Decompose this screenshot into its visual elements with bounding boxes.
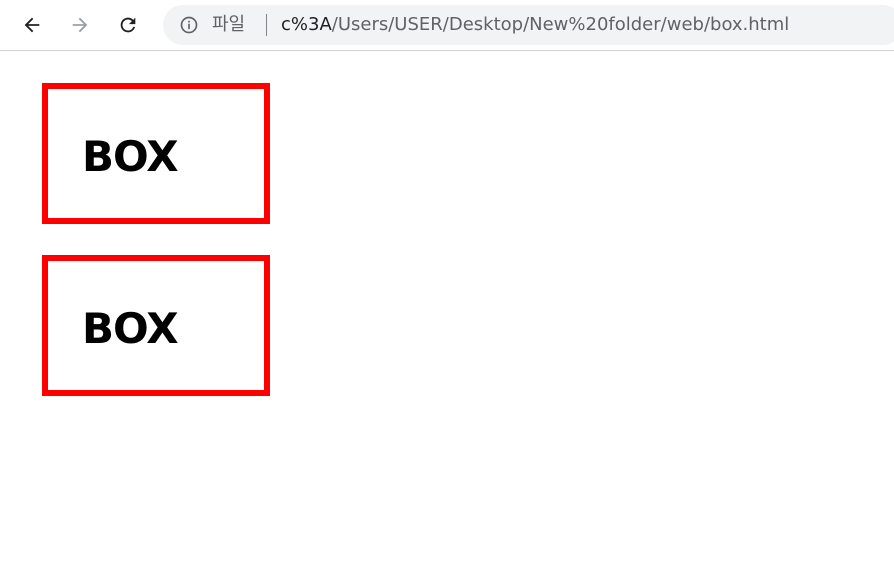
- address-bar[interactable]: 파일 c%3A/Users/USER/Desktop/New%20folder/…: [163, 5, 894, 45]
- box-2: BOX: [42, 255, 270, 396]
- browser-toolbar: 파일 c%3A/Users/USER/Desktop/New%20folder/…: [0, 0, 894, 51]
- url-text[interactable]: c%3A/Users/USER/Desktop/New%20folder/web…: [281, 15, 789, 35]
- forward-button[interactable]: [64, 9, 96, 41]
- back-arrow-icon: [24, 17, 40, 33]
- back-button[interactable]: [16, 9, 48, 41]
- url-path: /Users/USER/Desktop/New%20folder/web/box…: [331, 14, 790, 35]
- address-separator: [266, 14, 267, 36]
- forward-arrow-icon: [72, 17, 88, 33]
- page-content: BOX BOX: [0, 51, 894, 579]
- url-host: c%3A: [281, 14, 332, 35]
- box-label: BOX: [82, 304, 179, 353]
- box-label: BOX: [82, 132, 179, 181]
- reload-button[interactable]: [112, 9, 144, 41]
- scheme-label: 파일: [212, 14, 246, 35]
- box-1: BOX: [42, 83, 270, 224]
- info-icon[interactable]: [179, 15, 199, 35]
- reload-icon: [120, 17, 136, 33]
